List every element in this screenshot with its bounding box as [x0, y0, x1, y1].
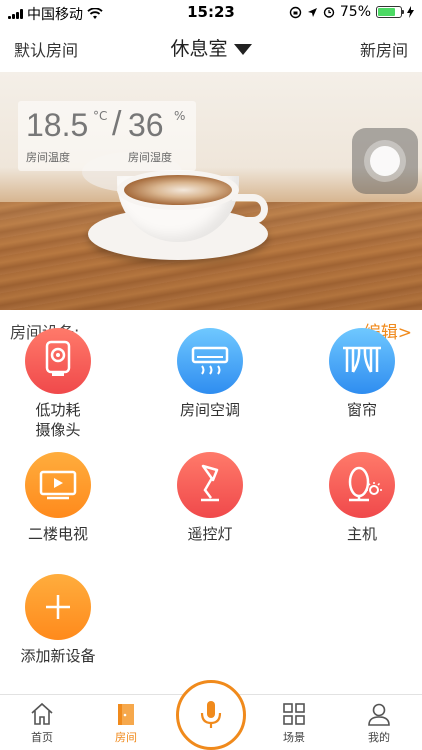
device-label: 添加新设备: [0, 646, 118, 666]
assistive-dot: [370, 146, 400, 176]
device-label-camera: 低功耗 摄像头: [35, 401, 81, 439]
humidity-value: 36: [128, 107, 164, 143]
temperature-label: 房间温度: [26, 151, 70, 164]
grid-icon: [283, 703, 305, 725]
tab-label-mine: 我的: [368, 731, 390, 744]
climate-panel: 18.5 °C / 36 % 房间温度 房间湿度: [18, 101, 196, 171]
device-label: 二楼电视: [0, 524, 118, 544]
humidity-unit: %: [174, 109, 186, 123]
device-lamp[interactable]: 遥控灯: [150, 452, 270, 544]
tab-label-home: 首页: [31, 731, 53, 744]
tab-label-room: 房间: [115, 731, 137, 744]
tab-scene[interactable]: 场景: [264, 701, 324, 745]
device-tv[interactable]: 二楼电视: [0, 452, 118, 544]
device-label: 低功耗 摄像头: [0, 400, 118, 440]
battery-percent: 75%: [339, 4, 371, 20]
voice-button[interactable]: [176, 680, 246, 750]
caret-down-icon: [233, 44, 252, 55]
room-banner: 18.5 °C / 36 % 房间温度 房间湿度: [0, 72, 422, 310]
status-bar: 中国移动 15:23 75%: [0, 0, 422, 24]
alarm-icon: [323, 7, 335, 18]
tab-label-scene: 场景: [283, 731, 305, 744]
room-title: 休息室: [170, 38, 228, 60]
tv-icon: [25, 452, 91, 518]
curtain-icon: [329, 328, 395, 394]
lamp-icon: [177, 452, 243, 518]
cup-handle: [232, 194, 268, 224]
plus-icon: [25, 574, 91, 640]
device-air-conditioner[interactable]: 房间空调: [150, 328, 270, 420]
new-room-button[interactable]: 新房间: [360, 37, 408, 61]
home-icon: [31, 702, 53, 725]
device-label-host: 主机: [346, 525, 377, 543]
device-label-tv: 二楼电视: [27, 525, 88, 543]
door-icon: [118, 704, 134, 725]
room-selector[interactable]: 休息室: [0, 34, 422, 61]
temperature-value: 18.5: [26, 107, 89, 143]
device-label: 窗帘: [302, 400, 422, 420]
orientation-lock-icon: [289, 6, 302, 18]
device-curtain[interactable]: 窗帘: [302, 328, 422, 420]
status-right: 75%: [289, 4, 414, 20]
charging-icon: [407, 6, 414, 18]
climate-separator: /: [112, 105, 122, 143]
device-label-lamp: 遥控灯: [187, 525, 233, 543]
device-label-curtain: 窗帘: [346, 401, 377, 419]
add-device-button[interactable]: 添加新设备: [0, 574, 118, 666]
temperature-unit: °C: [93, 109, 108, 123]
humidity-label: 房间湿度: [128, 151, 172, 164]
tab-home[interactable]: 首页: [12, 701, 72, 745]
device-host[interactable]: 主机: [302, 452, 422, 544]
device-label: 遥控灯: [150, 524, 270, 544]
device-camera[interactable]: 低功耗 摄像头: [0, 328, 118, 440]
air-conditioner-icon: [177, 328, 243, 394]
device-label: 主机: [302, 524, 422, 544]
camera-icon: [25, 328, 91, 394]
location-icon: [307, 7, 317, 17]
user-icon: [368, 703, 390, 726]
battery-icon: [376, 6, 404, 18]
microphone-icon: [200, 701, 222, 728]
tab-mine[interactable]: 我的: [349, 701, 409, 745]
latte-art: [124, 175, 232, 205]
tab-room[interactable]: 房间: [96, 701, 156, 745]
device-label: 房间空调: [150, 400, 270, 420]
device-label-add: 添加新设备: [20, 647, 96, 665]
device-label-air-conditioner: 房间空调: [179, 401, 240, 419]
nav-bar: 默认房间 休息室 新房间: [0, 26, 422, 70]
assistive-touch-button[interactable]: [352, 128, 418, 194]
host-icon: [329, 452, 395, 518]
